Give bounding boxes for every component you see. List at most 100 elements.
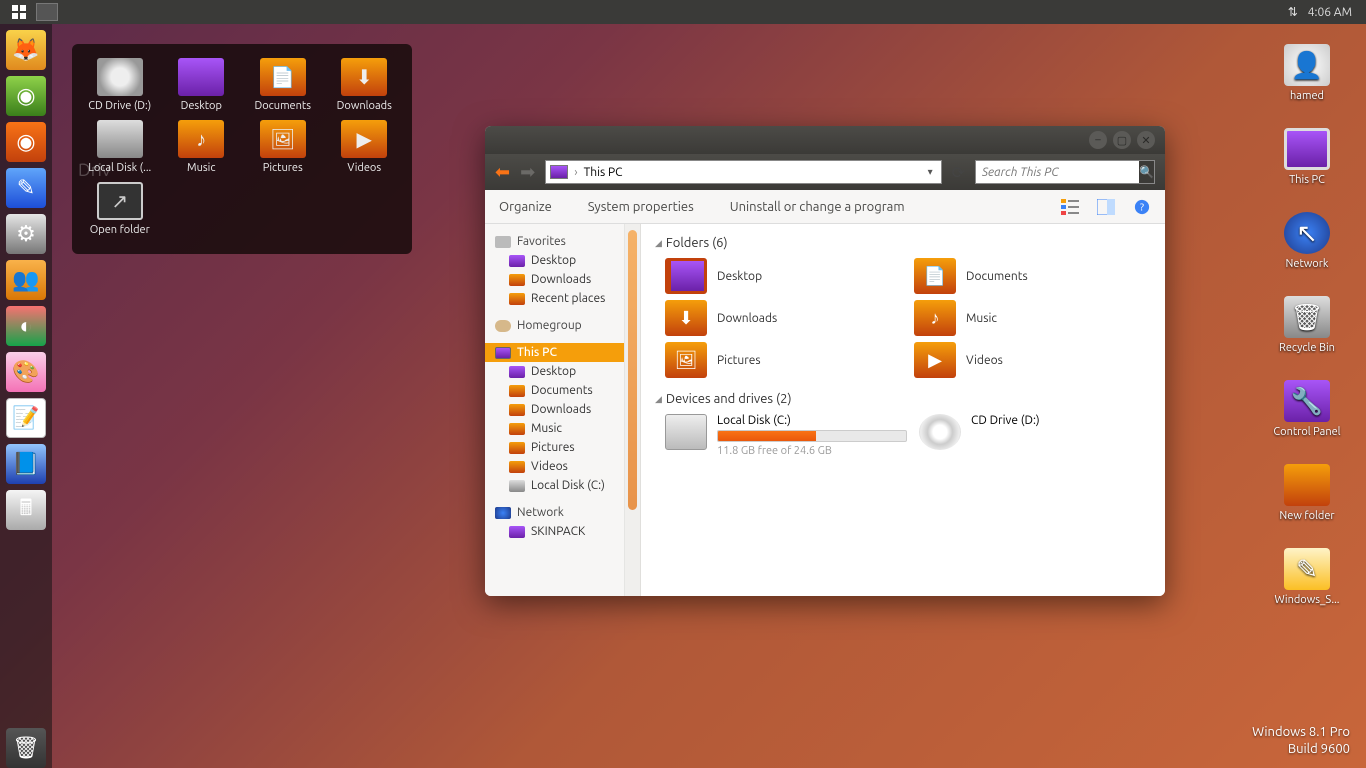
forward-button[interactable]: ➡ [520, 162, 535, 183]
desktop-recycle-bin[interactable]: 🗑Recycle Bin [1279, 296, 1335, 354]
folder-icon [509, 255, 525, 267]
top-panel: ⇅ 4:06 AM [0, 0, 1366, 24]
sidebar-item-downloads-pc[interactable]: Downloads [485, 400, 624, 419]
drive-free-text: 11.8 GB free of 24.6 GB [717, 445, 907, 457]
launcher-tools[interactable]: ✎ [6, 168, 46, 208]
folder-icon: ⬇ [665, 300, 707, 336]
folder-desktop[interactable]: Desktop [665, 258, 902, 294]
sidebar-scrollbar[interactable] [625, 224, 641, 596]
folder-documents[interactable]: 📄Documents [914, 258, 1151, 294]
disc-icon [919, 414, 961, 450]
sidebar-item-skinpack[interactable]: SKINPACK [485, 522, 624, 541]
panel-clock[interactable]: 4:06 AM [1308, 6, 1352, 19]
search-box[interactable]: 🔍 [975, 160, 1155, 184]
jump-music[interactable]: ♪Music [164, 120, 240, 174]
jump-downloads[interactable]: ⬇Downloads [327, 58, 403, 112]
hdd-icon [97, 120, 143, 158]
desktop-network[interactable]: ↖Network [1284, 212, 1330, 270]
launcher-notes[interactable]: 📝 [6, 398, 46, 438]
launcher-trash[interactable]: 🗑 [6, 728, 46, 768]
desktop-shortcut[interactable]: ✎Windows_S... [1275, 548, 1340, 606]
jump-cd-drive[interactable]: CD Drive (D:) [82, 58, 158, 112]
jump-desktop[interactable]: Desktop [164, 58, 240, 112]
address-bar[interactable]: › This PC ▾ [545, 160, 941, 184]
computer-icon [509, 526, 525, 538]
caret-icon: ◢ [655, 394, 662, 405]
launcher-settings[interactable]: ⚙ [6, 214, 46, 254]
launcher-ubuntu-software[interactable]: ◉ [6, 76, 46, 116]
scrollbar-thumb[interactable] [628, 230, 637, 510]
launcher-firefox[interactable]: 🦊 [6, 30, 46, 70]
folder-downloads[interactable]: ⬇Downloads [665, 300, 902, 336]
sidebar-item-downloads[interactable]: Downloads [485, 270, 624, 289]
search-button[interactable]: 🔍 [1139, 161, 1154, 183]
sidebar-item-recent[interactable]: Recent places [485, 289, 624, 308]
start-button[interactable] [8, 3, 30, 21]
caret-icon: ◢ [655, 238, 662, 249]
launcher-office[interactable]: 📘 [6, 444, 46, 484]
sidebar-item-music[interactable]: Music [485, 419, 624, 438]
network-indicator-icon[interactable]: ⇅ [1288, 5, 1298, 19]
sidebar-item-videos[interactable]: Videos [485, 457, 624, 476]
desktop-user-folder[interactable]: 👤hamed [1284, 44, 1330, 102]
folder-music[interactable]: ♪Music [914, 300, 1151, 336]
sidebar-item-desktop-pc[interactable]: Desktop [485, 362, 624, 381]
jump-pictures[interactable]: 🖼Pictures [245, 120, 321, 174]
breadcrumb-sep: › [574, 166, 577, 179]
desktop-control-panel[interactable]: 🔧Control Panel [1273, 380, 1340, 438]
folder-icon: ▶ [341, 120, 387, 158]
window-titlebar[interactable]: – ▢ ✕ [485, 126, 1165, 154]
view-options-icon[interactable] [1061, 199, 1079, 215]
sidebar-item-documents[interactable]: Documents [485, 381, 624, 400]
uninstall-program-button[interactable]: Uninstall or change a program [730, 200, 905, 214]
drive-local-disk-c[interactable]: Local Disk (C:) 11.8 GB free of 24.6 GB [665, 414, 907, 457]
monitor-icon [495, 347, 511, 359]
jump-videos[interactable]: ▶Videos [327, 120, 403, 174]
svg-text:?: ? [1140, 201, 1144, 213]
sidebar-homegroup[interactable]: Homegroup [485, 316, 624, 335]
folders-section-header[interactable]: ◢Folders (6) [655, 232, 1151, 256]
open-folder-icon: ↗ [97, 182, 143, 220]
maximize-button[interactable]: ▢ [1113, 131, 1131, 149]
sidebar-item-pictures[interactable]: Pictures [485, 438, 624, 457]
desktop-new-folder[interactable]: New folder [1279, 464, 1334, 522]
desktop-this-pc[interactable]: This PC [1284, 128, 1330, 186]
sidebar-favorites[interactable]: Favorites [485, 232, 624, 251]
help-icon[interactable]: ? [1133, 199, 1151, 215]
folder-icon [509, 423, 525, 435]
sidebar-item-desktop[interactable]: Desktop [485, 251, 624, 270]
nav-toolbar: ⬅ ➡ › This PC ▾ ⟳ 🔍 [485, 154, 1165, 190]
user-icon: 👤 [1284, 44, 1330, 86]
sidebar-network[interactable]: Network [485, 503, 624, 522]
sidebar-item-local-disk[interactable]: Local Disk (C:) [485, 476, 624, 495]
refresh-button[interactable]: ⟳ [952, 163, 965, 182]
drive-cd-d[interactable]: CD Drive (D:) [919, 414, 1151, 457]
system-properties-button[interactable]: System properties [588, 200, 694, 214]
launcher-calculator[interactable]: 🖩 [6, 490, 46, 530]
organize-menu[interactable]: Organize [499, 200, 552, 214]
close-button[interactable]: ✕ [1137, 131, 1155, 149]
search-input[interactable] [976, 166, 1139, 179]
folder-pictures[interactable]: 🖼Pictures [665, 342, 902, 378]
minimize-button[interactable]: – [1089, 131, 1107, 149]
folder-videos[interactable]: ▶Videos [914, 342, 1151, 378]
launcher-paint[interactable]: 🎨 [6, 352, 46, 392]
taskbar-explorer-thumb[interactable] [36, 3, 58, 21]
launcher-updates[interactable]: ◐ [6, 306, 46, 346]
jump-documents[interactable]: 📄Documents [245, 58, 321, 112]
windows-watermark: Windows 8.1 Pro Build 9600 [1252, 724, 1350, 758]
launcher-people[interactable]: 👥 [6, 260, 46, 300]
address-dropdown[interactable]: ▾ [924, 166, 937, 178]
preview-pane-icon[interactable] [1097, 199, 1115, 215]
monitor-icon [550, 165, 568, 179]
jump-open-folder[interactable]: ↗Open folder [82, 182, 158, 236]
launcher-ubuntu-dash[interactable]: ◉ [6, 122, 46, 162]
sidebar-this-pc[interactable]: This PC [485, 343, 624, 362]
drives-section-header[interactable]: ◢Devices and drives (2) [655, 388, 1151, 412]
windows-logo-icon [12, 5, 26, 19]
back-button[interactable]: ⬅ [495, 162, 510, 183]
folder-icon [665, 258, 707, 294]
breadcrumb-location[interactable]: This PC [584, 166, 623, 179]
folder-icon [178, 58, 224, 96]
hdd-icon [509, 480, 525, 492]
